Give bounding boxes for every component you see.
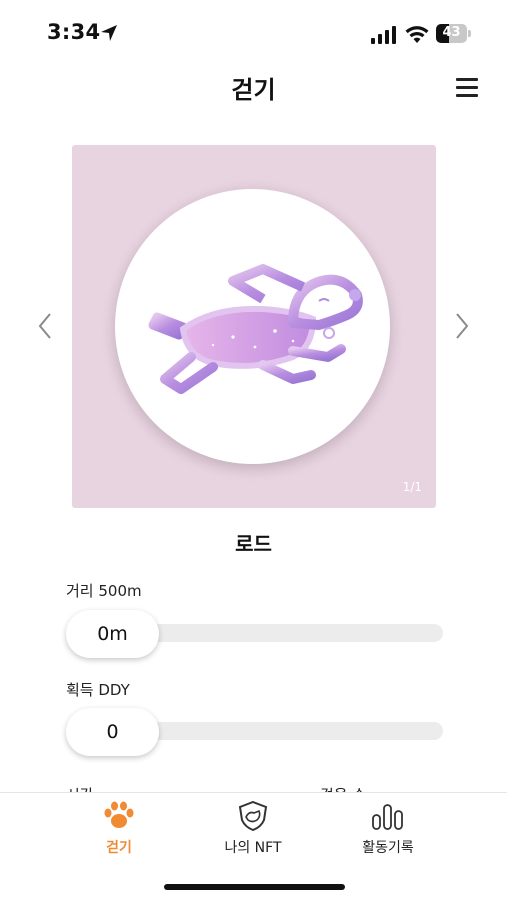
tab-my-nft[interactable]: 나의 NFT: [198, 801, 308, 863]
ddy-label: 획득 DDY: [66, 681, 130, 699]
distance-value: 0m: [66, 610, 159, 658]
status-bar: 3:34 43: [0, 0, 507, 66]
nft-card[interactable]: 1/1: [72, 145, 436, 508]
ddy-value: 0: [66, 708, 159, 756]
bar-chart-icon: [372, 804, 403, 830]
home-indicator: [164, 884, 345, 890]
status-time: 3:34: [47, 20, 101, 44]
tab-history-label: 활동기록: [362, 840, 414, 856]
tab-walk-label: 걷기: [106, 840, 132, 856]
nft-shield-icon: [238, 801, 268, 831]
tab-history[interactable]: 활동기록: [333, 801, 443, 863]
chevron-left-icon[interactable]: [33, 310, 57, 342]
wifi-icon: [405, 26, 429, 43]
nft-dog-image: [148, 264, 363, 394]
signal-icon: [371, 26, 396, 44]
tab-walk[interactable]: 걷기: [64, 801, 174, 863]
nft-image-frame: [115, 189, 390, 464]
location-arrow-icon: [101, 25, 117, 41]
tab-my-nft-label: 나의 NFT: [224, 840, 282, 856]
chevron-right-icon[interactable]: [450, 310, 474, 342]
battery-icon: 43: [436, 24, 472, 43]
distance-label: 거리 500m: [66, 582, 142, 600]
page-title: 걷기: [231, 76, 276, 104]
carousel-page-indicator: 1/1: [402, 480, 422, 494]
nft-name: 로드: [235, 532, 272, 556]
battery-percent: 43: [442, 25, 461, 40]
paw-icon: [104, 801, 134, 828]
hamburger-menu-icon[interactable]: [454, 76, 480, 98]
